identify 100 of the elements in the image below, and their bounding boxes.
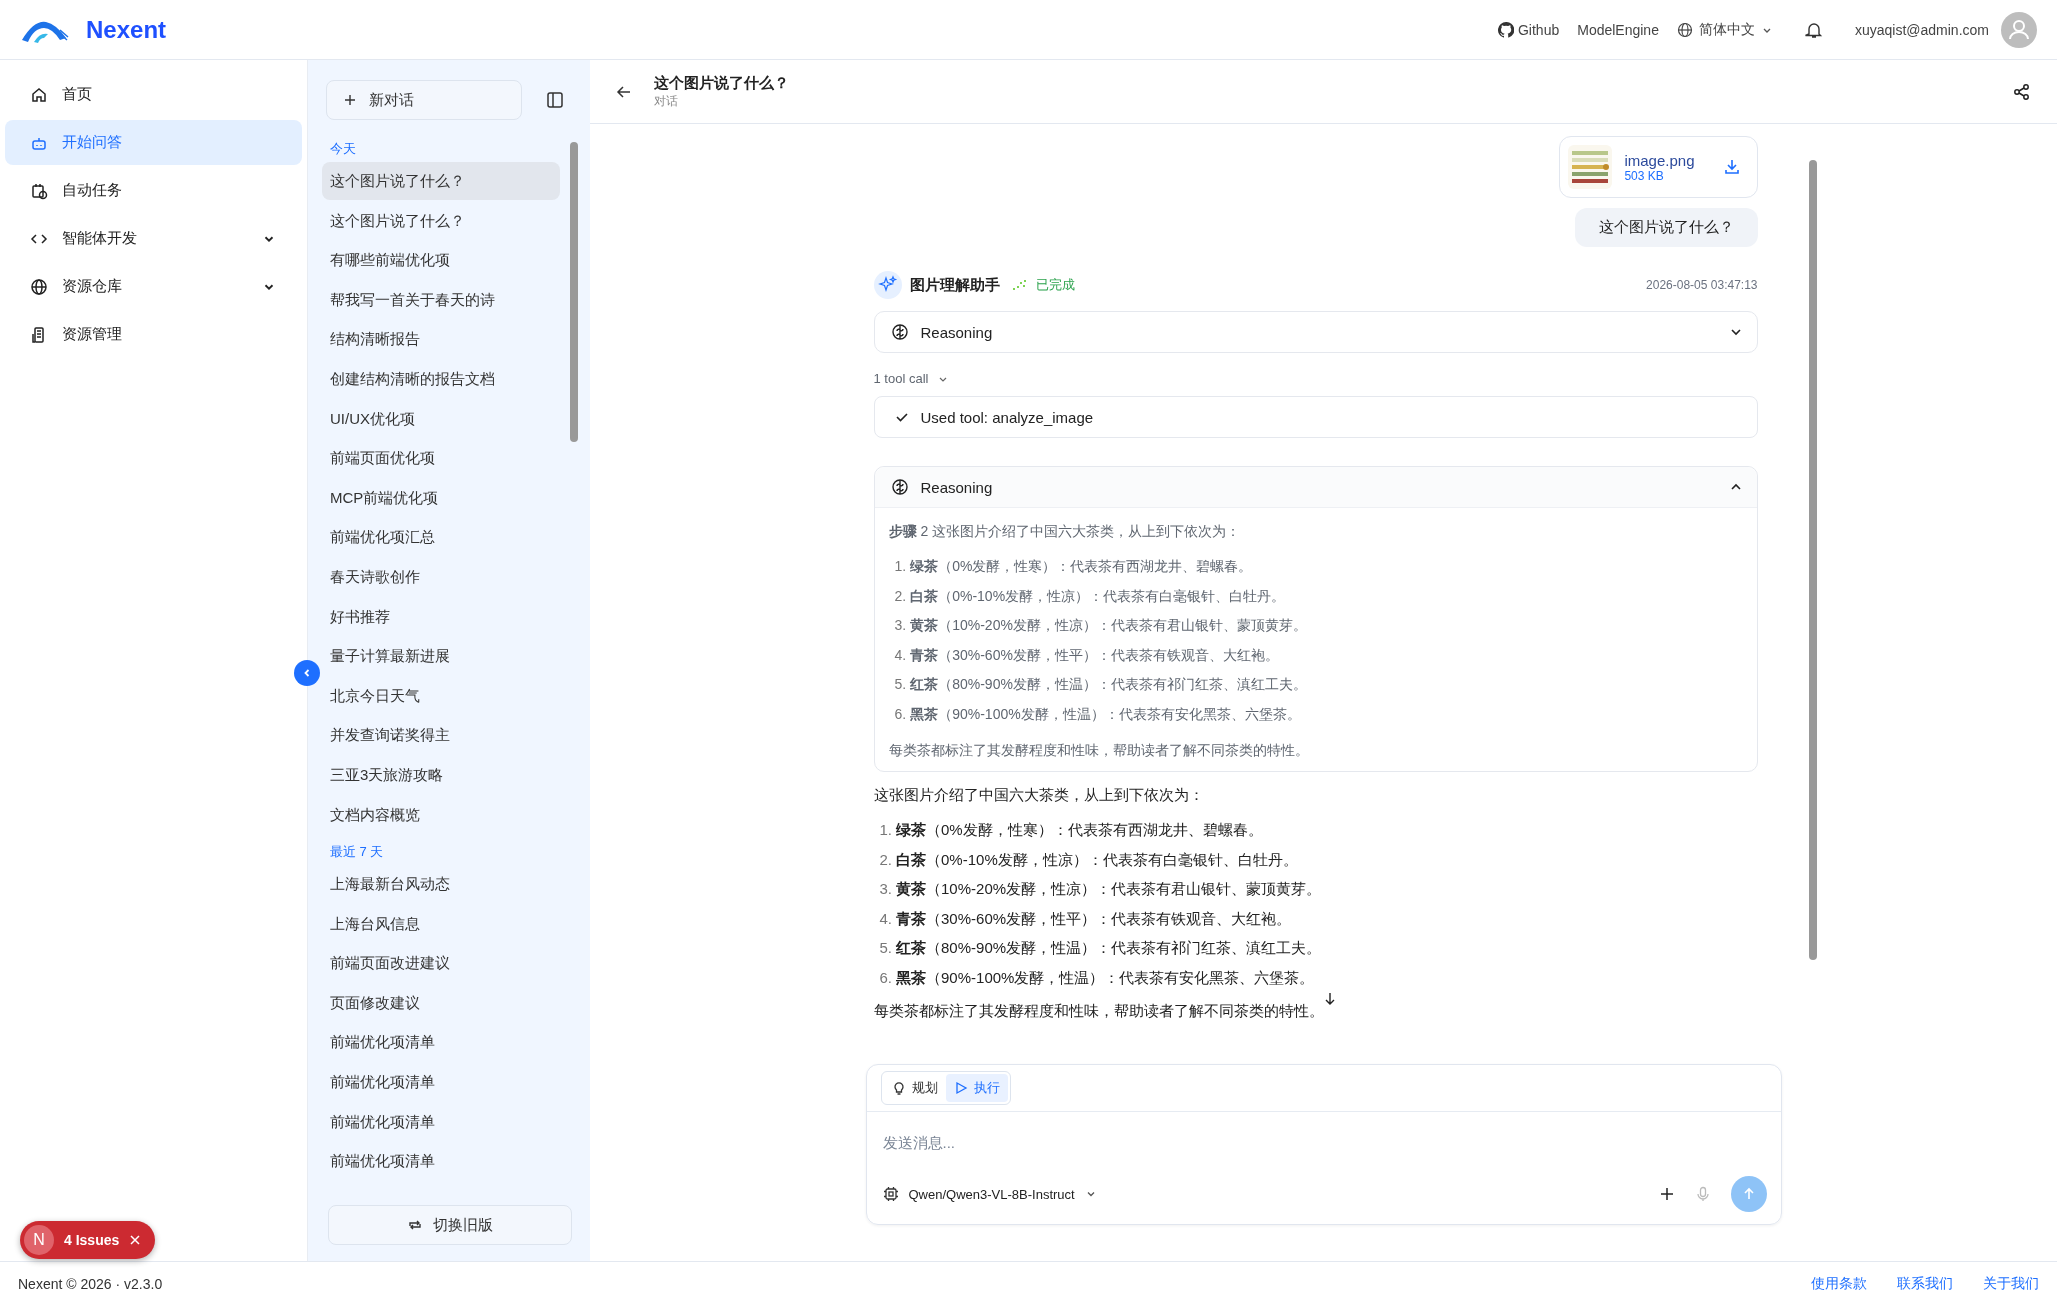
conversation-item[interactable]: 前端页面优化项 [322, 439, 560, 478]
conversation-item[interactable]: 文档内容概览 [322, 795, 560, 834]
conversation-item[interactable]: 前端优化项汇总 [322, 518, 560, 557]
conversation-item[interactable]: 结构清晰报告 [322, 320, 560, 359]
language-selector[interactable]: 简体中文 [1676, 20, 1773, 39]
nav-item[interactable]: 自动任务 [5, 168, 302, 213]
back-arrow-icon[interactable] [616, 83, 632, 100]
group-label: 今天 [329, 140, 357, 158]
list-number: 6. [879, 967, 892, 988]
sidebar-toggle-icon[interactable] [546, 91, 564, 109]
answer-list-item: 红茶（80%-90%发酵，性温）：代表茶有祁门红茶、滇红工夫。 [896, 938, 1322, 958]
issues-badge[interactable]: N 4 Issues [20, 1221, 156, 1259]
download-icon[interactable] [1722, 158, 1741, 176]
conversation-item[interactable]: 北京今日天气 [322, 676, 560, 715]
reasoning-list-item: 青茶（30%-60%发酵，性平）：代表茶有铁观音、大红袍。 [910, 645, 1279, 665]
conversation-item[interactable]: 并发查询诺奖得主 [322, 716, 560, 755]
conversation-item[interactable]: 创建结构清晰的报告文档 [322, 359, 560, 398]
list-number: 4. [894, 645, 907, 665]
file-name: image.png [1624, 151, 1695, 169]
nav-item[interactable]: 资源仓库 [5, 264, 302, 309]
chip-icon [882, 1186, 899, 1202]
conversation-item[interactable]: 前端优化项清单 [322, 1063, 560, 1102]
answer-text: 这张图片介绍了中国六大茶类，从上到下依次为： [873, 786, 1205, 805]
list-number: 6. [894, 704, 907, 724]
status-dots-icon [1011, 279, 1028, 291]
brand-name: Nexent [86, 15, 167, 44]
conversation-item[interactable]: 量子计算最新进展 [322, 637, 560, 676]
collapse-button[interactable] [294, 660, 320, 686]
check-icon [894, 410, 909, 424]
message-input-field[interactable]: 规划 执行 发送消息... Qwen/Qwen3-VL-8B-Instruct [865, 1064, 1782, 1225]
sparkle-avatar-icon [873, 271, 902, 299]
conversation-item[interactable]: 帮我写一首关于春天的诗 [322, 280, 560, 319]
chat-title: 这个图片说了什么？ [654, 73, 790, 93]
list-number: 3. [894, 616, 907, 635]
header-link[interactable]: Github [1497, 21, 1560, 38]
list-number: 2. [894, 586, 907, 606]
conversation-item[interactable]: 三亚3天旅游攻略 [322, 755, 560, 794]
footer-link[interactable]: 使用条款 [1811, 1274, 1867, 1293]
footer-link[interactable]: 联系我们 [1897, 1274, 1953, 1293]
issues-initial: N [24, 1225, 54, 1255]
model-selector[interactable]: Qwen/Qwen3-VL-8B-Instruct [882, 1186, 1097, 1202]
conversation-item[interactable]: 前端页面改进建议 [322, 944, 560, 983]
list-number: 5. [879, 938, 892, 958]
mode-tab[interactable]: 规划 [883, 1074, 946, 1102]
scrollbar[interactable] [1809, 160, 1817, 960]
lightbulb-icon [891, 1081, 906, 1095]
reasoning-header[interactable]: Reasoning [874, 312, 1757, 352]
notification-bell-icon[interactable] [1804, 20, 1823, 39]
share-icon[interactable] [2013, 82, 2031, 101]
mode-tab[interactable]: 执行 [945, 1074, 1008, 1102]
conversation-item[interactable]: UI/UX优化项 [322, 399, 560, 438]
calendar-clock-icon [30, 181, 48, 200]
status-label: 已完成 [1035, 276, 1075, 294]
conversation-item[interactable]: 这个图片说了什么？ [322, 162, 560, 200]
reasoning-text: 每类茶都标注了其发酵程度和性味，帮助读者了解不同茶类的特性。 [888, 741, 1310, 760]
assistant-name: 图片理解助手 [909, 275, 1000, 295]
list-number: 3. [879, 879, 892, 899]
scrollbar[interactable] [570, 142, 578, 442]
conversation-item[interactable]: 前端优化项清单 [322, 1023, 560, 1062]
conversation-item[interactable]: 好书推荐 [322, 597, 560, 636]
add-icon[interactable] [1658, 1186, 1675, 1202]
brain-icon [890, 478, 909, 496]
nav-item[interactable]: 开始问答 [5, 120, 302, 165]
footer-link[interactable]: 关于我们 [1983, 1274, 2039, 1293]
nav-item[interactable]: 首页 [5, 72, 302, 117]
close-icon[interactable] [129, 1234, 142, 1246]
copyright-text: Nexent © 2026 · v2.3.0 [18, 1275, 163, 1292]
conversation-item[interactable]: 春天诗歌创作 [322, 557, 560, 596]
chat-subtitle: 对话 [654, 92, 679, 110]
user-email[interactable]: xuyaqist@admin.com [1854, 21, 1989, 38]
reasoning-header[interactable]: Reasoning [874, 467, 1757, 507]
scroll-down-icon[interactable] [1323, 992, 1336, 1006]
list-number: 4. [879, 908, 892, 929]
reasoning-list-item: 红茶（80%-90%发酵，性温）：代表茶有祁门红茶、滇红工夫。 [910, 675, 1307, 694]
conversation-item[interactable]: 上海台风信息 [322, 904, 560, 943]
reasoning-list-item: 黑茶（90%-100%发酵，性温）：代表茶有安化黑茶、六堡茶。 [910, 704, 1301, 724]
new-chat-button[interactable]: 新对话 [326, 80, 522, 120]
tool-call-card: Used tool: analyze_image [873, 396, 1758, 438]
attachment-card[interactable]: image.png 503 KB [1559, 136, 1758, 198]
github-icon [1497, 21, 1514, 38]
header-link[interactable]: ModelEngine [1577, 21, 1659, 38]
tool-call-toggle[interactable]: 1 tool call [873, 371, 1758, 386]
nav-item[interactable]: 智能体开发 [5, 216, 302, 261]
answer-list-item: 白茶（0%-10%发酵，性凉）：代表茶有白毫银针、白牡丹。 [896, 849, 1298, 870]
conversation-item[interactable]: 前端优化项清单 [322, 1102, 560, 1141]
conversation-item[interactable]: MCP前端优化项 [322, 478, 560, 517]
conversation-item[interactable]: 页面修改建议 [322, 983, 560, 1022]
conversation-item[interactable]: 有哪些前端优化项 [322, 241, 560, 280]
user-message: 这个图片说了什么？ [1574, 208, 1758, 247]
answer-list-item: 黄茶（10%-20%发酵，性凉）：代表茶有君山银针、蒙顶黄芽。 [896, 879, 1322, 899]
answer-list-item: 青茶（30%-60%发酵，性平）：代表茶有铁观音、大红袍。 [896, 908, 1292, 929]
conversation-item[interactable]: 上海最新台风动态 [322, 865, 560, 904]
switch-version-button[interactable]: 切换旧版 [328, 1205, 572, 1245]
nav-item[interactable]: 资源管理 [5, 312, 302, 357]
plus-icon [343, 93, 357, 107]
group-label: 最近 7 天 [329, 843, 385, 862]
list-number: 1. [879, 820, 892, 840]
conversation-item[interactable]: 前端优化项清单 [322, 1142, 560, 1181]
conversation-item[interactable]: 这个图片说了什么？ [322, 201, 560, 240]
list-number: 1. [894, 557, 907, 576]
